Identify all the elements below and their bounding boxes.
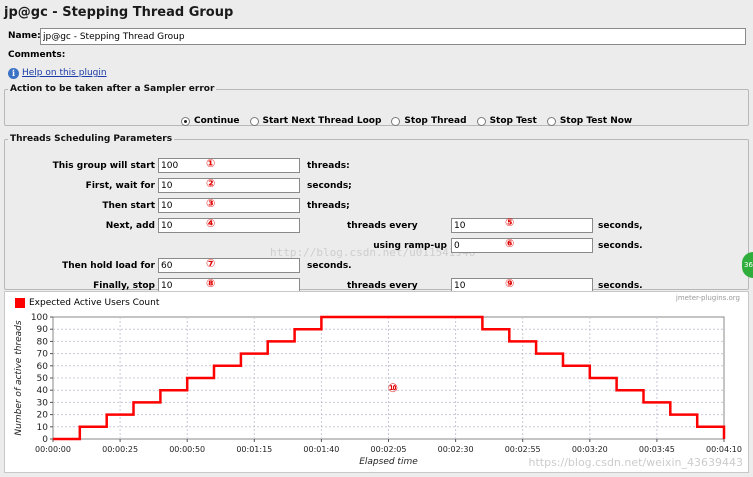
legend-swatch (15, 298, 25, 308)
ramp-up-label: using ramp-up (373, 241, 447, 251)
marker-6: ⑥ (505, 237, 515, 250)
start-threads-input[interactable]: 100 (158, 158, 300, 173)
bottom-watermark: https://blog.csdn.net/weixin_43639443 (528, 456, 743, 469)
radio-label: Continue (194, 116, 240, 126)
stop-every-label: threads every (347, 281, 418, 291)
y-tick-label: 30 (37, 398, 49, 408)
radio-start-next-thread-loop[interactable]: Start Next Thread Loop (249, 116, 382, 126)
radio-label: Stop Thread (404, 116, 467, 126)
x-tick-label: 00:01:40 (303, 445, 339, 454)
radio-unselected-icon (546, 116, 556, 126)
help-link[interactable]: Help on this plugin (22, 68, 107, 78)
marker-2: ② (206, 177, 216, 190)
x-tick-label: 00:02:30 (438, 445, 474, 454)
y-tick-label: 0 (42, 435, 48, 445)
side-tab[interactable]: 36 (742, 252, 753, 278)
ramp-up-input[interactable]: 0 (451, 238, 593, 253)
initial-delay-label: First, wait for (85, 181, 155, 191)
start-users-count-unit: threads; (307, 201, 350, 211)
marker-9: ⑨ (505, 277, 515, 290)
radio-stop-test-now[interactable]: Stop Test Now (546, 116, 633, 126)
chart-panel: Expected Active Users Count jmeter-plugi… (4, 291, 749, 473)
add-users-input[interactable]: 10 (158, 218, 300, 233)
legend-label: Expected Active Users Count (29, 298, 160, 308)
y-tick-label: 70 (37, 350, 49, 360)
marker-5: ⑤ (505, 216, 515, 229)
stop-users-label: Finally, stop (93, 281, 155, 291)
radio-unselected-icon (249, 116, 259, 126)
marker-1: ① (206, 157, 216, 170)
comments-row[interactable]: Comments: (4, 48, 749, 62)
comments-label: Comments: (8, 50, 66, 60)
marker-7: ⑦ (206, 257, 216, 270)
help-row: i Help on this plugin (8, 66, 107, 80)
add-every-unit: seconds, (598, 221, 643, 231)
radio-label: Stop Test (489, 116, 537, 126)
users-chart: 0 10 20 30 40 50 60 70 80 90 100 00:00:00 00:00:25 00… (14, 313, 743, 469)
marker-8: ⑧ (206, 277, 216, 290)
x-tick-label: 00:00:25 (102, 445, 138, 454)
add-users-label: Next, add (105, 221, 155, 231)
y-tick-label: 20 (37, 411, 49, 421)
ramp-up-unit: seconds. (598, 241, 643, 251)
radio-unselected-icon (391, 116, 401, 126)
y-tick-label: 90 (37, 325, 49, 335)
y-tick-label: 40 (37, 386, 49, 396)
x-tick-label: 00:02:55 (505, 445, 541, 454)
radio-unselected-icon (476, 116, 486, 126)
y-tick-label: 10 (37, 423, 49, 433)
initial-delay-unit: seconds; (307, 181, 352, 191)
marker-3: ③ (206, 197, 216, 210)
x-tick-label: 00:04:10 (706, 445, 742, 454)
x-tick-label: 00:03:45 (639, 445, 675, 454)
initial-delay-input[interactable]: 10 (158, 178, 300, 193)
start-users-count-input[interactable]: 10 (158, 198, 300, 213)
marker-4: ④ (206, 217, 216, 230)
radio-stop-test[interactable]: Stop Test (476, 116, 537, 126)
marker-10: ⑩ (388, 381, 398, 395)
y-tick-label: 60 (37, 362, 49, 372)
x-axis-label: Elapsed time (359, 457, 418, 467)
scheduling-legend: Threads Scheduling Parameters (10, 134, 173, 144)
hold-load-label: Then hold load for (62, 261, 155, 271)
start-users-count-label: Then start (102, 201, 155, 211)
start-threads-unit: threads: (307, 161, 350, 171)
chart-legend: Expected Active Users Count (15, 298, 159, 308)
name-row: Name: (4, 28, 749, 46)
hold-load-input[interactable]: 60 (158, 258, 300, 273)
sampler-error-panel: Action to be taken after a Sampler error… (4, 84, 749, 126)
radio-selected-icon (181, 116, 190, 126)
radio-label: Start Next Thread Loop (262, 116, 382, 126)
x-tick-label: 00:00:50 (169, 445, 205, 454)
radio-stop-thread[interactable]: Stop Thread (391, 116, 467, 126)
x-tick-label: 00:00:00 (35, 445, 71, 454)
start-threads-label: This group will start (52, 161, 155, 171)
sampler-error-legend: Action to be taken after a Sampler error (10, 84, 215, 94)
x-tick-label: 00:01:15 (236, 445, 272, 454)
hold-load-unit: seconds. (307, 261, 352, 271)
y-tick-label: 50 (37, 374, 49, 384)
window-title: jp@gc - Stepping Thread Group (4, 5, 234, 20)
name-label: Name: (8, 31, 41, 41)
stop-every-unit: seconds. (598, 281, 643, 291)
x-tick-label: 00:02:05 (371, 445, 407, 454)
name-input[interactable] (40, 28, 746, 45)
radio-continue[interactable]: Continue (181, 116, 240, 126)
add-every-label: threads every (347, 221, 418, 231)
radio-label: Stop Test Now (559, 116, 633, 126)
info-icon: i (8, 67, 19, 79)
x-tick-label: 00:03:20 (572, 445, 608, 454)
chart-credit: jmeter-plugins.org (675, 294, 740, 302)
y-tick-label: 100 (31, 313, 48, 323)
y-tick-label: 80 (37, 337, 49, 347)
add-every-input[interactable]: 10 (451, 218, 593, 233)
scheduling-panel: Threads Scheduling Parameters http://blo… (4, 134, 749, 293)
y-axis-label: Number of active threads (14, 320, 24, 435)
